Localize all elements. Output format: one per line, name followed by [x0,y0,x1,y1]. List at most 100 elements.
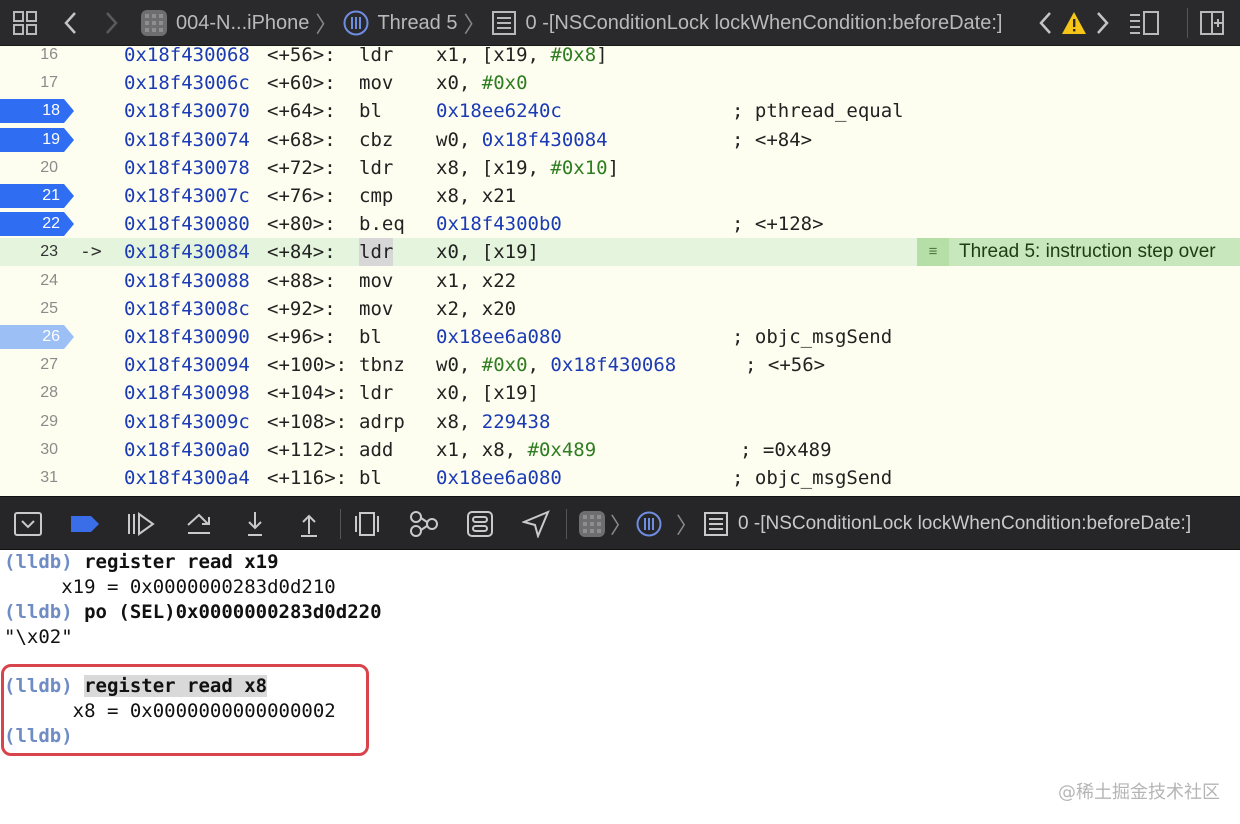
disassembly-row-current[interactable]: 23 -> 0x18f430084 <+84>: ldr x0, [x19] ≡ Thread… [0,238,1240,267]
breakpoint-disabled-icon[interactable]: 26 [0,325,74,349]
forward-chevron-icon[interactable] [102,9,120,37]
lldb-prompt: (lldb) [4,551,73,573]
breakpoint-enabled-icon[interactable]: 19 [0,127,74,152]
disassembly-row[interactable]: 18 0x18f430070 <+64>: bl 0x18ee6240c ; pthrea… [0,97,1240,125]
breakpoint-enabled-icon[interactable]: 22 [0,212,74,237]
line-number[interactable]: 20 [0,154,68,182]
view-debugger-button[interactable] [354,497,380,551]
watermark: @稀土掘金技术社区 [1058,782,1220,803]
breadcrumb-separator-icon: 〉 [676,513,699,538]
line-number[interactable]: 16 [0,46,68,69]
instruction-comment: ; <+84> [732,128,813,151]
instruction-mnemonic: b.eq [359,213,405,236]
line-number[interactable]: 28 [0,379,68,407]
instruction-operands: x8, 229438 [436,410,551,433]
instruction-offset: <+68>: [267,128,336,151]
breadcrumb-frame[interactable]: 0 -[NSConditionLock lockWhenCondition:be… [526,12,1003,35]
debug-breadcrumb[interactable]: 〉 〉 0 -[NSConditionLock lockWhenConditio… [578,497,1191,551]
stack-frame-icon[interactable] [704,512,729,536]
back-chevron-icon[interactable] [62,9,80,37]
breakpoint-enabled-icon[interactable]: 21 [0,184,74,208]
instruction-offset: <+100>: [267,354,348,377]
line-number: 19 [42,130,60,148]
disassembly-row[interactable]: 16 0x18f430068 <+56>: ldr x1, [x19, #0x8] [0,46,1240,69]
simulate-location-button[interactable] [522,497,550,551]
instruction-offset: <+84>: [267,241,336,264]
instruction-operands: w0, 0x18f430084 [436,128,608,151]
app-target-icon[interactable] [140,9,168,37]
console-command: register read x19 [72,551,279,573]
warning-icon[interactable] [1061,11,1087,35]
instruction-offset: <+96>: [267,326,336,348]
disassembly-row[interactable]: 27 0x18f430094 <+100>: tbnz w0, #0x0, 0x18f4… [0,351,1240,379]
disassembly-row[interactable]: 17 0x18f43006c <+60>: mov x0, #0x0 [0,69,1240,97]
instruction-address: 0x18f430078 [124,156,250,179]
line-number[interactable]: 23 [0,238,68,266]
instruction-address: 0x18f430070 [124,100,250,123]
next-issue-icon[interactable] [1093,9,1111,37]
instruction-mnemonic: bl [359,326,382,348]
thread-annotation[interactable]: ≡ Thread 5: instruction step over [917,238,1240,267]
instruction-operands: x0, #0x0 [436,72,528,95]
disassembly-row[interactable]: 29 0x18f43009c <+108>: adrp x8, 229438 [0,408,1240,436]
disassembly-row[interactable]: 20 0x18f430078 <+72>: ldr x8, [x19, #0x10] [0,154,1240,182]
line-number[interactable]: 29 [0,408,68,436]
line-number[interactable]: 30 [0,436,68,464]
line-number: 18 [42,102,60,120]
disassembly-row[interactable]: 28 0x18f430098 <+104>: ldr x0, [x19] [0,379,1240,407]
breadcrumb-thread[interactable]: Thread 5 [377,12,457,35]
program-counter-arrow: -> [80,241,102,263]
disassembly-row[interactable]: 22 0x18f430080 <+80>: b.eq 0x18f4300b0 ; <+12… [0,210,1240,238]
environment-overrides-button[interactable] [466,497,494,551]
line-number[interactable]: 27 [0,351,68,379]
toolbar-divider [1187,8,1188,38]
step-into-button[interactable] [242,497,268,551]
stack-frame-icon[interactable] [491,11,516,35]
debug-frame-label[interactable]: 0 -[NSConditionLock lockWhenCondition:be… [738,513,1191,535]
disassembly-row[interactable]: 21 0x18f43007c <+76>: cmp x8, x21 [0,182,1240,210]
disassembly-row[interactable]: 25 0x18f43008c <+92>: mov x2, x20 [0,295,1240,323]
line-number[interactable]: 24 [0,267,68,295]
add-editor-icon[interactable] [1200,11,1224,35]
highlight-box [1,664,369,756]
line-number[interactable]: 25 [0,295,68,323]
instruction-address: 0x18f430084 [124,241,250,264]
instruction-mnemonic: mov [359,269,394,292]
breadcrumb-separator-icon: 〉 [610,513,633,538]
previous-issue-icon[interactable] [1037,9,1055,37]
lldb-console[interactable]: (lldb) register read x19 x19 = 0x0000000… [0,550,1240,824]
disassembly-row[interactable]: 24 0x18f430088 <+88>: mov x1, x22 [0,267,1240,295]
step-over-button[interactable] [184,497,214,551]
hide-debug-area-button[interactable] [14,497,42,551]
disassembly-row[interactable]: 19 0x18f430074 <+68>: cbz w0, 0x18f430084 ; <… [0,126,1240,154]
continue-button[interactable] [126,497,156,551]
thread-icon[interactable] [343,10,369,36]
line-number[interactable]: 17 [0,69,68,97]
disassembly-row[interactable]: 26 0x18f430090 <+96>: bl 0x18ee6a080 ; objc_m… [0,323,1240,351]
memory-graph-button[interactable] [408,497,440,551]
instruction-mnemonic: add [359,438,394,461]
instruction-address: 0x18f43006c [124,72,250,95]
breakpoints-toggle-button[interactable] [70,497,100,551]
thread-icon[interactable] [636,511,662,537]
instruction-mnemonic: adrp [359,410,405,433]
instruction-address: 0x18f430074 [124,128,250,151]
toolbar-divider [566,509,567,539]
instruction-address: 0x18f430088 [124,269,250,292]
step-out-button[interactable] [296,497,322,551]
instruction-operands: x0, [x19] [436,241,539,264]
app-target-icon[interactable] [578,510,606,538]
instruction-offset: <+72>: [267,156,336,179]
instruction-mnemonic: ldr [359,46,394,66]
editor-options-icon[interactable] [1129,11,1159,35]
disassembly-row[interactable]: 30 0x18f4300a0 <+112>: add x1, x8, #0x489 ; =… [0,436,1240,464]
console-command: po (SEL)0x0000000283d0d220 [84,601,382,623]
instruction-address: 0x18f43007c [124,185,250,207]
instruction-mnemonic: cbz [359,128,394,151]
disassembly-row[interactable]: 31 0x18f4300a4 <+116>: bl 0x18ee6a080 ; objc_… [0,464,1240,492]
related-items-grid-icon[interactable] [12,10,38,36]
instruction-address: 0x18f43008c [124,297,250,320]
line-number[interactable]: 31 [0,464,68,492]
breadcrumb-app[interactable]: 004-N...iPhone [176,12,309,35]
breakpoint-enabled-icon[interactable]: 18 [0,99,74,124]
